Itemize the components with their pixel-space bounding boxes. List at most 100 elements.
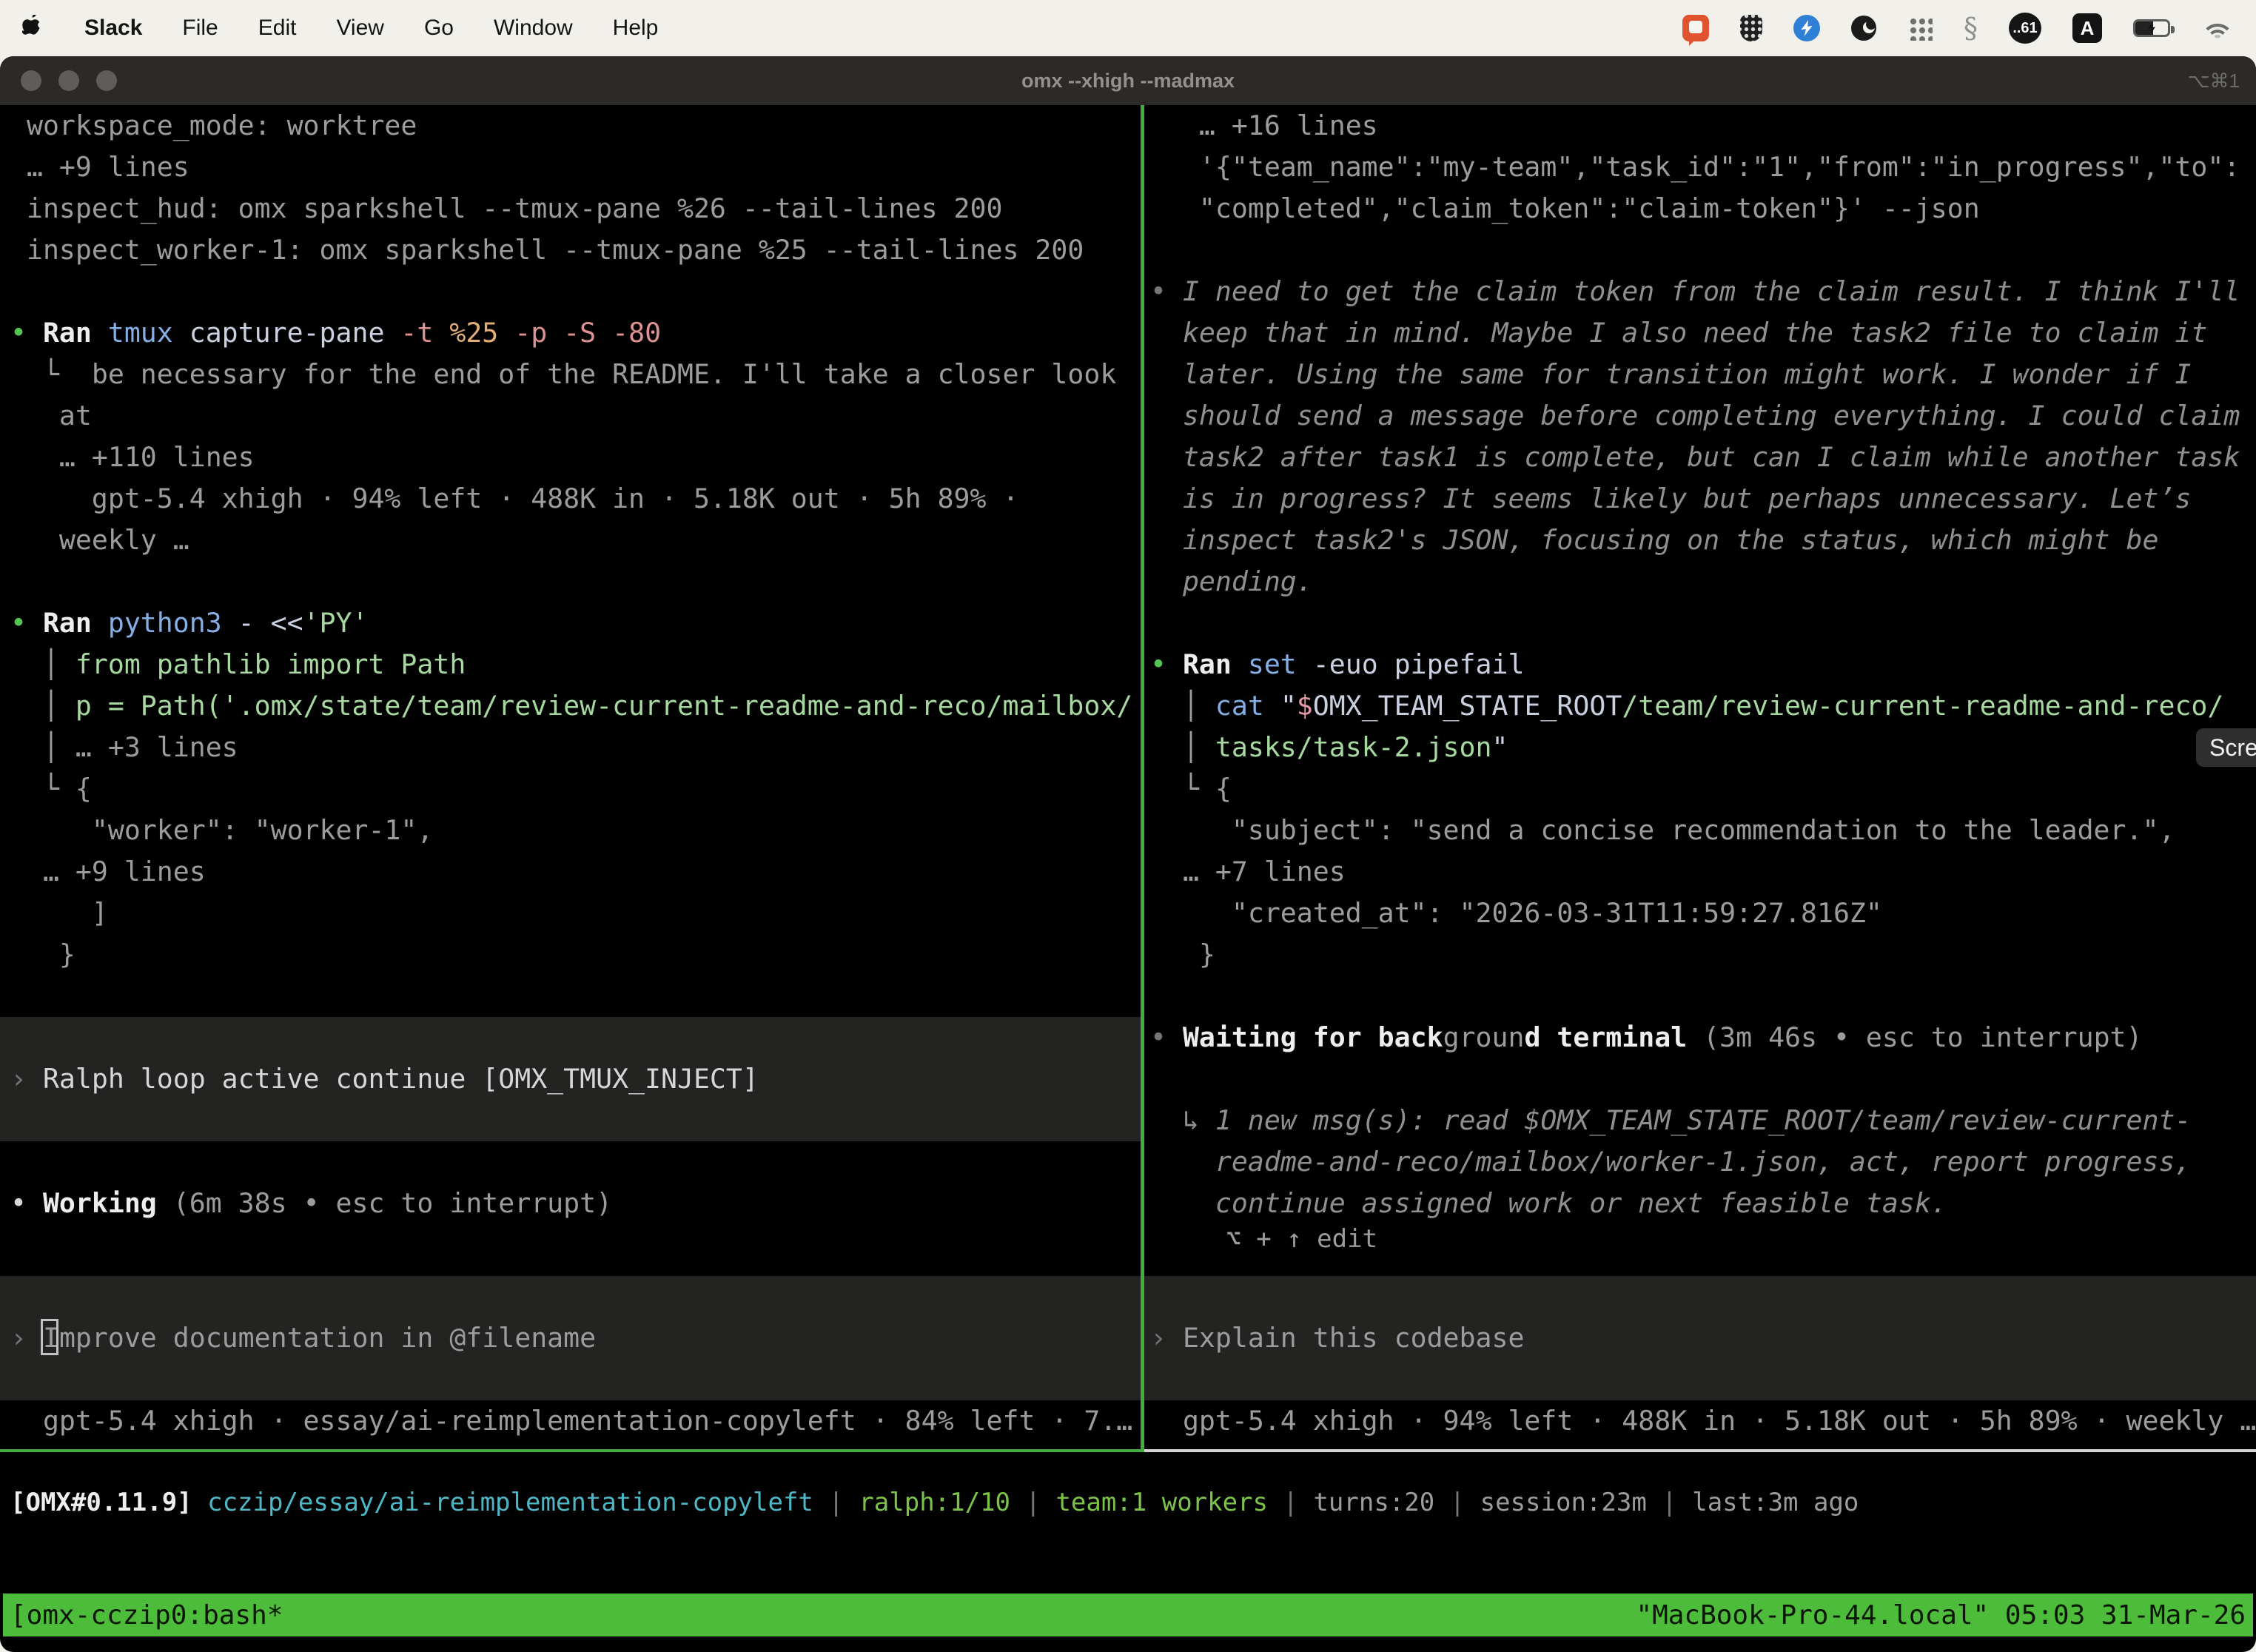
dots-grid-icon[interactable] xyxy=(1907,16,1933,41)
terminal-text: › xyxy=(1150,1322,1183,1354)
squiggle-icon[interactable]: § xyxy=(1964,12,1978,44)
terminal-line: │ tasks/task-2.json" xyxy=(1150,727,2256,768)
terminal-text: Ran xyxy=(43,317,108,349)
terminal-line xyxy=(10,976,1141,1017)
tmux-host-clock: "MacBook-Pro-44.local" 05:03 31-Mar-26 xyxy=(1636,1600,2246,1631)
apple-menu-icon[interactable] xyxy=(22,15,44,41)
terminal-text: … +9 lines xyxy=(10,151,189,183)
terminal-text: Ralph loop active continue [OMX_TMUX_INJ… xyxy=(43,1063,759,1095)
screen-tooltip: Scre xyxy=(2196,728,2256,767)
prompt-input-right[interactable]: › Explain this codebase xyxy=(1144,1276,2256,1400)
terminal-text: readme-and-reco/mailbox/worker-1.json, a… xyxy=(1150,1146,2191,1178)
terminal-text: "worker": "worker-1", xyxy=(10,814,433,846)
pane-worker-1[interactable]: … +16 lines '{"team_name":"my-team","tas… xyxy=(1144,105,2256,1452)
terminal-text: … +7 lines xyxy=(1150,856,1346,887)
terminal-text: ] xyxy=(10,897,108,929)
terminal-line: └ { xyxy=(1150,768,2256,810)
menu-file[interactable]: File xyxy=(182,16,218,41)
terminal-line: … +9 lines xyxy=(10,851,1141,893)
terminal-text: OMX_TEAM_STATE_ROOT xyxy=(1313,690,1622,722)
slack-chat-icon[interactable] xyxy=(1682,15,1709,41)
pie-meter-icon[interactable] xyxy=(1851,16,1876,41)
terminal-text: weekly … xyxy=(10,524,189,556)
terminal-line: should send a message before completing … xyxy=(1150,395,2256,437)
terminal-text: is in progress? It seems likely but perh… xyxy=(1150,483,2191,514)
wifi-icon[interactable] xyxy=(2201,16,2234,40)
terminal-line: weekly … xyxy=(10,520,1141,561)
terminal-text: session:23m xyxy=(1480,1488,1662,1517)
terminal-line: readme-and-reco/mailbox/worker-1.json, a… xyxy=(1150,1141,2256,1183)
terminal-line: └ { xyxy=(10,768,1141,810)
terminal-line: ↳ 1 new msg(s): read $OMX_TEAM_STATE_ROO… xyxy=(1150,1100,2256,1141)
terminal-line: task2 after task1 is complete, but can I… xyxy=(1150,437,2256,478)
terminal-text: │ xyxy=(1150,731,1215,763)
menu-go[interactable]: Go xyxy=(424,16,454,41)
terminal-text: … +16 lines xyxy=(1150,110,1378,141)
terminal-line: pending. xyxy=(1150,561,2256,602)
window-bottom-edge xyxy=(0,1636,2256,1652)
terminal-text: └ be necessary for the end of the README… xyxy=(10,358,1116,390)
terminal-line: ] xyxy=(10,893,1141,934)
terminal-text: groun xyxy=(1443,1021,1525,1053)
terminal-text: tmux xyxy=(108,317,189,349)
terminal-text: should send a message before completing … xyxy=(1150,400,2240,432)
terminal-text: • xyxy=(10,317,43,349)
terminal-line: › Ralph loop active continue [OMX_TMUX_I… xyxy=(10,1058,1141,1100)
terminal-text: /team/review-current-readme-and-reco/ xyxy=(1622,690,2223,722)
menu-help[interactable]: Help xyxy=(613,16,659,41)
ralph-loop-band[interactable]: › Ralph loop active continue [OMX_TMUX_I… xyxy=(0,1017,1141,1141)
tmux-session-label[interactable]: [omx-cczip0:bash* xyxy=(10,1600,283,1631)
terminal-line: gpt-5.4 xhigh · 94% left · 488K in · 5.1… xyxy=(10,478,1141,520)
menu-edit[interactable]: Edit xyxy=(258,16,297,41)
terminal-text: | xyxy=(1662,1488,1692,1517)
input-source-badge[interactable]: A xyxy=(2072,13,2102,43)
terminal-text: last:3m ago xyxy=(1692,1488,1859,1517)
terminal-line: └ be necessary for the end of the README… xyxy=(10,354,1141,395)
terminal-text: keep that in mind. Maybe I also need the… xyxy=(1150,317,2207,349)
terminal-line: › Explain this codebase xyxy=(1150,1317,2256,1359)
right-scrollback: … +16 lines '{"team_name":"my-team","tas… xyxy=(1150,105,2256,1254)
terminal-line: │ cat "$OMX_TEAM_STATE_ROOT/team/review-… xyxy=(1150,685,2256,727)
terminal-text: ralph:1/10 xyxy=(859,1488,1025,1517)
terminal-text: │ xyxy=(10,648,75,680)
terminal-text: › xyxy=(10,1322,43,1354)
terminal-text: • xyxy=(1150,275,1183,307)
terminal-line: '{"team_name":"my-team","task_id":"1","f… xyxy=(1150,147,2256,188)
terminal-text: "subject": "send a concise recommendatio… xyxy=(1150,814,2175,846)
terminal-text: | xyxy=(1283,1488,1314,1517)
blue-bolt-icon[interactable] xyxy=(1793,15,1820,41)
menu-window[interactable]: Window xyxy=(494,16,573,41)
terminal-text: pending. xyxy=(1150,565,1313,597)
window-title: omx --xhigh --madmax xyxy=(0,70,2256,93)
count-badge[interactable]: ..61 xyxy=(2009,13,2041,44)
left-model-status: gpt-5.4 xhigh · essay/ai-reimplementatio… xyxy=(10,1400,1141,1442)
shield-icon[interactable] xyxy=(1740,15,1762,41)
terminal-text: } xyxy=(10,939,75,970)
terminal-text: Explain this codebase xyxy=(1183,1322,1524,1354)
terminal-text: %25 xyxy=(449,317,514,349)
terminal-text: inspect_hud: omx sparkshell --tmux-pane … xyxy=(10,192,1002,224)
terminal-line: … +7 lines xyxy=(1150,851,2256,893)
left-scrollback: workspace_mode: worktree … +9 lines insp… xyxy=(10,105,1141,1017)
terminal-line xyxy=(1150,229,2256,271)
terminal-text: - << xyxy=(238,607,303,639)
terminal-text: │ xyxy=(10,690,75,722)
terminal-line: • Ran tmux capture-pane -t %25 -p -S -80 xyxy=(10,312,1141,354)
terminal-text: ↳ 1 new msg(s): read $OMX_TEAM_STATE_ROO… xyxy=(1150,1104,2191,1136)
terminal-text: • xyxy=(1150,1021,1183,1053)
terminal-text: team:1 workers xyxy=(1055,1488,1283,1517)
terminal-text: • xyxy=(10,607,43,639)
terminal-text: └ { xyxy=(1150,773,1232,805)
terminal-text: "completed","claim_token":"claim-token"}… xyxy=(1150,192,1980,224)
prompt-input-left[interactable]: › Improve documentation in @filename xyxy=(0,1276,1141,1400)
pane-hud[interactable]: workspace_mode: worktree … +9 lines insp… xyxy=(0,105,1141,1452)
battery-icon[interactable] xyxy=(2133,19,2170,37)
menu-view[interactable]: View xyxy=(336,16,383,41)
terminal-line: "worker": "worker-1", xyxy=(10,810,1141,851)
terminal-line: is in progress? It seems likely but perh… xyxy=(1150,478,2256,520)
terminal-line xyxy=(10,1141,1141,1183)
menu-app-name[interactable]: Slack xyxy=(84,16,142,41)
window-title-bar[interactable]: omx --xhigh --madmax ⌥⌘1 xyxy=(0,56,2256,105)
terminal-text: cczip/essay/ai-reimplementation-copyleft xyxy=(207,1488,828,1517)
terminal-text: Working xyxy=(43,1187,173,1219)
